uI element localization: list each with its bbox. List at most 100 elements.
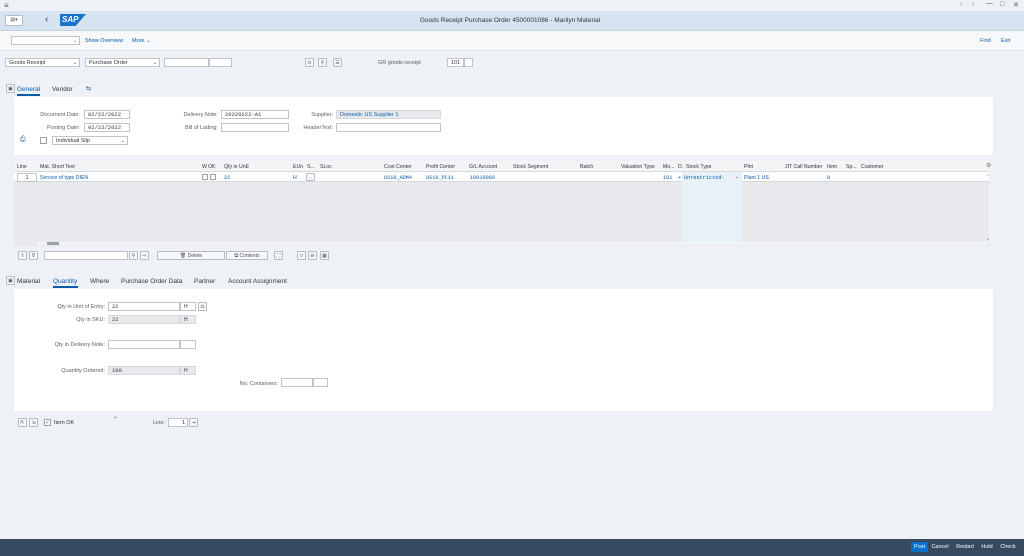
menu-dropdown-button[interactable]: ▤▾ <box>5 15 23 26</box>
tab-material[interactable]: Material <box>17 278 40 285</box>
row-w-checkbox[interactable] <box>202 174 208 180</box>
col-mvt[interactable]: Mo... <box>663 164 675 170</box>
reference-select[interactable]: Purchase Order ⌄ <box>85 58 160 67</box>
row-line-cell[interactable]: 1 <box>17 173 37 182</box>
stock-type-chevron-icon[interactable]: ⌄ <box>735 174 739 180</box>
col-ok[interactable]: OK <box>208 164 216 170</box>
row-plant[interactable]: Plant 1 US <box>744 175 769 181</box>
hamburger-icon[interactable]: ≡ <box>4 1 9 10</box>
tab-vendor[interactable]: Vendor <box>52 86 73 93</box>
qty-unit-icon[interactable]: ⚖ <box>198 302 207 311</box>
row-s-icon[interactable]: ◌ <box>306 173 315 181</box>
execute-icon[interactable]: ⊙ <box>305 58 314 67</box>
collapse-detail-icon[interactable]: ▣ <box>6 276 15 285</box>
search-icon[interactable]: ⚲ <box>318 58 327 67</box>
prev-item-icon[interactable]: ⇱ <box>18 418 27 427</box>
check-button[interactable]: Check <box>998 542 1018 552</box>
back-icon[interactable]: ‹ <box>45 14 48 25</box>
post-date-input[interactable]: 02/22/2022 <box>84 123 130 132</box>
tab-partner[interactable]: Partner <box>194 278 215 285</box>
more-button[interactable]: More ⌄ <box>132 38 151 44</box>
table-row[interactable] <box>14 172 989 182</box>
col-valuation[interactable]: Valuation Type <box>621 164 655 170</box>
qty-delivery-input[interactable] <box>108 340 180 349</box>
col-customer[interactable]: Customer <box>861 164 884 170</box>
row-stock-type[interactable]: Unrestricted- <box>684 175 724 181</box>
hold-button[interactable]: Hold <box>979 542 995 552</box>
col-d[interactable]: D. <box>678 164 683 170</box>
refresh-icon[interactable]: ⊖ <box>308 251 317 260</box>
row-item[interactable]: 0 <box>827 175 830 181</box>
horizontal-scrollbar[interactable] <box>38 242 988 245</box>
print-icon[interactable]: ⎙ <box>20 136 26 144</box>
list-icon[interactable]: ☰ <box>333 58 342 67</box>
show-overview-button[interactable]: Show Overview <box>85 38 123 44</box>
grid-search-icon[interactable]: ⚲ <box>129 251 138 260</box>
grid-search-input[interactable] <box>44 251 128 260</box>
close-icon[interactable]: ✕ <box>1013 1 1019 9</box>
bill-of-lading-input[interactable] <box>221 123 289 132</box>
row-ok-checkbox[interactable] <box>210 174 216 180</box>
header-text-input[interactable] <box>336 123 441 132</box>
nav-back-icon[interactable]: ‹ <box>960 1 962 8</box>
maximize-icon[interactable]: □ <box>1000 1 1004 8</box>
collapse-header-icon[interactable]: ▣ <box>6 84 15 93</box>
col-eun[interactable]: EUn <box>293 164 303 170</box>
restart-button[interactable]: Restart <box>954 542 976 552</box>
tab-overflow-icon[interactable]: ⇆ <box>86 85 91 92</box>
tab-po-data[interactable]: Purchase Order Data <box>121 278 182 285</box>
delete-button[interactable]: 🗑 Delete <box>157 251 225 260</box>
po-item-input[interactable] <box>209 58 232 67</box>
next-item-icon[interactable]: ⇲ <box>29 418 38 427</box>
grid-settings-icon[interactable]: ⚙ <box>986 162 991 169</box>
row-mat-text[interactable]: Service of type DIEN <box>40 175 88 181</box>
scrollbar-thumb[interactable] <box>47 242 59 245</box>
grid-search-next-icon[interactable]: ⇨ <box>140 251 149 260</box>
row-mvt[interactable]: 101 <box>663 175 672 181</box>
post-button[interactable]: Post <box>911 542 928 552</box>
col-gl[interactable]: G/L Account <box>469 164 497 170</box>
slip-select[interactable]: Individual Slip ⌄ <box>52 136 128 145</box>
tab-where[interactable]: Where <box>90 278 109 285</box>
line-input[interactable]: 1 <box>168 418 188 427</box>
line-go-icon[interactable]: ⇥ <box>189 418 198 427</box>
movement-type-ext[interactable] <box>464 58 473 67</box>
containers-input[interactable] <box>281 378 313 387</box>
row-eun[interactable]: H <box>293 175 297 181</box>
layout-icon[interactable]: ▦ <box>320 251 329 260</box>
qty-delivery-unit[interactable] <box>180 340 196 349</box>
qty-entry-input[interactable]: 22 <box>108 302 180 311</box>
tab-quantity[interactable]: Quantity <box>53 278 77 285</box>
contents-button[interactable]: ⧉ Contents <box>226 251 268 260</box>
fullscreen-icon[interactable]: ⛶ <box>274 251 283 260</box>
filter-icon[interactable]: ⊽ <box>29 251 38 260</box>
movement-type-input[interactable]: 101 <box>447 58 464 67</box>
col-stock-segment[interactable]: Stock Segment <box>513 164 548 170</box>
delivery-note-input[interactable]: 20220222-A1 <box>221 110 289 119</box>
col-w[interactable]: W <box>202 164 207 170</box>
tab-account-assignment[interactable]: Account Assignment <box>228 278 287 285</box>
col-line[interactable]: Line <box>17 164 27 170</box>
row-cost-center[interactable]: US10_ADM4 <box>384 175 412 181</box>
row-qty[interactable]: 22 <box>224 175 230 181</box>
item-ok-checkbox[interactable]: ✓ <box>44 419 51 426</box>
print-checkbox[interactable] <box>40 137 47 144</box>
row-gl[interactable]: 10010000 <box>470 175 495 181</box>
move-up-icon[interactable]: ⇧ <box>18 251 27 260</box>
exit-button[interactable]: Exit <box>1001 38 1010 44</box>
find-button[interactable]: Find <box>980 38 991 44</box>
settings-icon[interactable]: ✩ <box>297 251 306 260</box>
col-stock-type[interactable]: Stock Type <box>686 164 712 170</box>
tab-general[interactable]: General <box>17 86 40 93</box>
po-number-input[interactable] <box>164 58 209 67</box>
col-jit[interactable]: JIT Call Number <box>785 164 822 170</box>
minimize-icon[interactable]: — <box>986 0 993 7</box>
col-mat-text[interactable]: Mat. Short Text <box>40 164 75 170</box>
containers-ext[interactable] <box>313 378 328 387</box>
row-d[interactable]: + <box>678 175 681 181</box>
cancel-button[interactable]: Cancel <box>930 542 950 552</box>
doc-date-input[interactable]: 02/22/2022 <box>84 110 130 119</box>
col-item[interactable]: Item <box>827 164 837 170</box>
qty-entry-unit[interactable]: H <box>180 302 196 311</box>
col-profit-center[interactable]: Profit Center <box>426 164 455 170</box>
